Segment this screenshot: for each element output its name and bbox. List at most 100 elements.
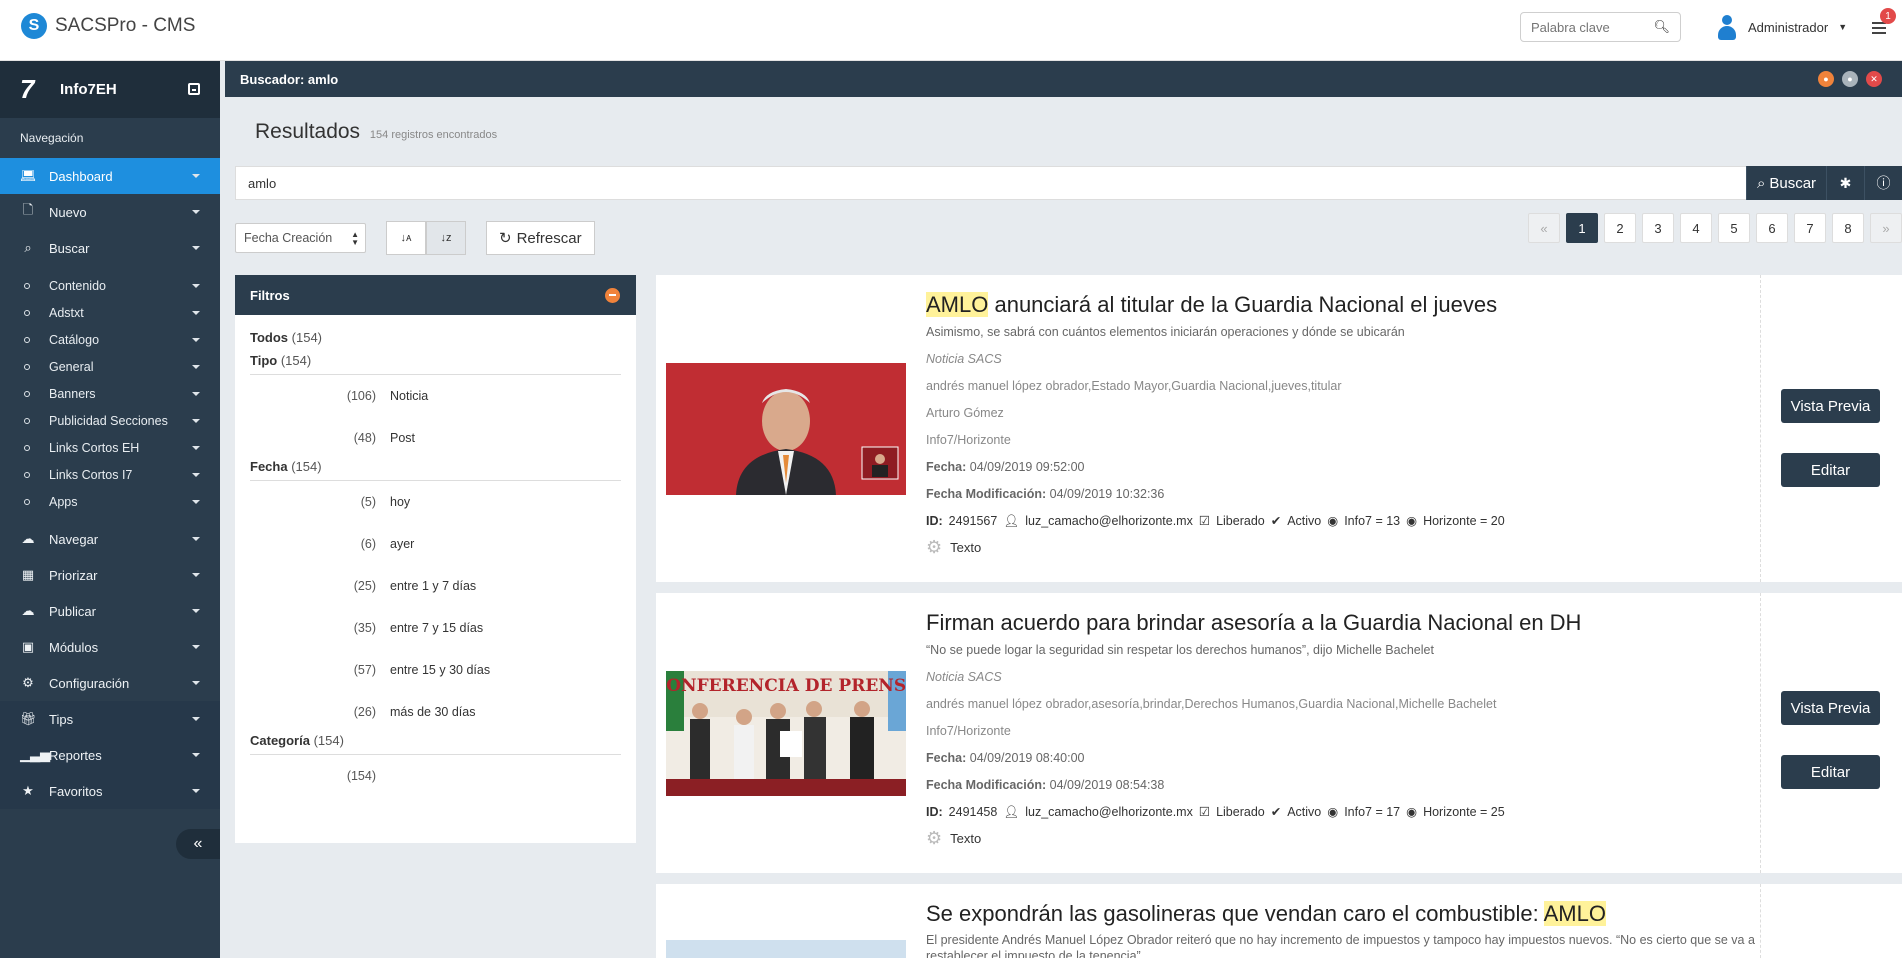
submenu-item-links-cortos-eh[interactable]: Links Cortos EH (0, 434, 220, 461)
notifications-button[interactable]: 1 (1870, 8, 1896, 38)
sidebar-item-dashboard[interactable]: 💻︎ Dashboard (0, 158, 220, 194)
filter-count: (48) (353, 431, 376, 445)
filter-todos[interactable]: Todos (154) (235, 315, 636, 353)
preview-button[interactable]: Vista Previa (1781, 389, 1880, 423)
page-3[interactable]: 3 (1642, 213, 1674, 243)
sidebar-item-tips[interactable]: 🎁︎ Tips (0, 701, 220, 737)
sidebar-item-publicar[interactable]: ☁︎ Publicar (0, 593, 220, 629)
keyword-search-input[interactable] (1531, 19, 1654, 35)
info-icon: ⓘ (1876, 175, 1891, 191)
filter-option-hoy[interactable]: (5) hoy (250, 481, 621, 523)
search-highlight: AMLO (1543, 901, 1606, 926)
search-icon[interactable]: 🔍︎ (1653, 19, 1670, 35)
link-window-icon[interactable]: ● (1842, 71, 1858, 87)
filter-option-categoria[interactable]: (154) (250, 755, 621, 797)
filter-option-post[interactable]: (48) Post (250, 417, 621, 459)
star-window-icon[interactable]: ● (1818, 71, 1834, 87)
submenu-item-publicidad-secciones[interactable]: Publicidad Secciones (0, 407, 220, 434)
info-button[interactable]: ⓘ (1864, 166, 1902, 200)
sort-descending-button[interactable]: ↓ᴢ (426, 221, 466, 255)
sidebar-item-priorizar[interactable]: ▦ Priorizar (0, 557, 220, 593)
refresh-button[interactable]: ↻ Refrescar (486, 221, 595, 255)
submenu-item-contenido[interactable]: Contenido (0, 272, 220, 299)
caret-down-icon (192, 392, 200, 396)
search-button[interactable]: ⌕ Buscar (1746, 166, 1826, 200)
minimize-icon[interactable] (188, 83, 200, 95)
filter-option-noticia[interactable]: (106) Noticia (250, 375, 621, 417)
panel-title-bar: Buscador: amlo ● ● ✕ (225, 61, 1902, 97)
submenu-item-apps[interactable]: Apps (0, 488, 220, 515)
sidebar: 7 Info7EH Navegación 💻︎ Dashboard 🗋 Nuev… (0, 61, 220, 958)
result-thumbnail[interactable] (666, 363, 906, 495)
edit-button[interactable]: Editar (1781, 755, 1880, 789)
filter-label: Fecha (250, 459, 288, 474)
sort-alpha-asc-icon: ↓ᴀ (400, 232, 412, 244)
submenu-item-catalogo[interactable]: Catálogo (0, 326, 220, 353)
close-icon[interactable]: ✕ (1866, 71, 1882, 87)
sidebar-item-label: Publicar (49, 603, 96, 619)
caret-down-icon (192, 473, 200, 477)
sidebar-item-nuevo[interactable]: 🗋 Nuevo (0, 194, 220, 230)
sidebar-item-label: Configuración (49, 675, 130, 691)
sidebar-item-favoritos[interactable]: ★ Favoritos (0, 773, 220, 809)
page-next[interactable]: » (1870, 213, 1902, 243)
search-input[interactable] (235, 166, 1746, 200)
sidebar-item-modulos[interactable]: ▣ Módulos (0, 629, 220, 665)
filter-count: (154) (291, 330, 323, 345)
thumbnail-image (666, 363, 906, 495)
buscar-submenu: Contenido Adstxt Catálogo General Banner… (0, 266, 220, 521)
sort-direction-group: ↓ᴀ ↓ᴢ (386, 221, 466, 255)
sort-ascending-button[interactable]: ↓ᴀ (386, 221, 426, 255)
result-thumbnail[interactable] (666, 940, 906, 958)
sidebar-item-configuracion[interactable]: ⚙︎ Configuración (0, 665, 220, 701)
status-liberado: Liberado (1216, 514, 1265, 528)
sidebar-item-label: Nuevo (49, 204, 87, 220)
result-thumbnail[interactable]: CONFERENCIA DE PRENSA (666, 671, 906, 796)
result-title[interactable]: Firman acuerdo para brindar asesoría a l… (926, 609, 1806, 637)
submenu-item-banners[interactable]: Banners (0, 380, 220, 407)
page-5[interactable]: 5 (1718, 213, 1750, 243)
submenu-item-adstxt[interactable]: Adstxt (0, 299, 220, 326)
minimize-icon[interactable] (605, 288, 620, 303)
sidebar-item-navegar[interactable]: ☁︎ Navegar (0, 521, 220, 557)
list-controls: Fecha Creación ▲ ▼ ↓ᴀ ↓ᴢ ↻ Refrescar (235, 221, 595, 255)
filter-option-15-30-days[interactable]: (57) entre 15 y 30 días (250, 649, 621, 691)
filter-group-fecha: Fecha (154) (5) hoy (6) ayer (25) entre 1 y… (235, 459, 636, 733)
caret-down-icon (192, 681, 200, 685)
sidebar-item-reportes[interactable]: ▁▃▅ Reportes (0, 737, 220, 773)
keyword-search[interactable]: 🔍︎ (1520, 12, 1681, 42)
result-source: Noticia SACS (926, 352, 1002, 366)
preview-button[interactable]: Vista Previa (1781, 691, 1880, 725)
result-card: AMLO anunciará al titular de la Guardia … (656, 275, 1902, 582)
submenu-item-links-cortos-i7[interactable]: Links Cortos I7 (0, 461, 220, 488)
page-2[interactable]: 2 (1604, 213, 1636, 243)
views-horizonte: Horizonte = 20 (1423, 514, 1505, 528)
submenu-item-general[interactable]: General (0, 353, 220, 380)
page-8[interactable]: 8 (1832, 213, 1864, 243)
filter-label: Categoría (250, 733, 310, 748)
gear-icon: ⚙︎ (926, 537, 943, 557)
page-7[interactable]: 7 (1794, 213, 1826, 243)
filter-option-1-7-days[interactable]: (25) entre 1 y 7 días (250, 565, 621, 607)
date-label: Fecha: (926, 460, 967, 474)
brand[interactable]: S SACSPro - CMS (21, 13, 195, 39)
collapse-sidebar-button[interactable]: « (176, 829, 220, 859)
filter-option-30-plus-days[interactable]: (26) más de 30 días (250, 691, 621, 733)
result-title[interactable]: AMLO anunciará al titular de la Guardia … (926, 291, 1806, 319)
asterisk-button[interactable]: ✱ (1826, 166, 1864, 200)
caret-down-icon (192, 789, 200, 793)
page-4[interactable]: 4 (1680, 213, 1712, 243)
user-menu[interactable]: Administrador ▼ (1716, 14, 1847, 40)
filter-option-7-15-days[interactable]: (35) entre 7 y 15 días (250, 607, 621, 649)
circle-icon (24, 498, 30, 505)
result-modified-date: Fecha Modificación: 04/09/2019 08:54:38 (926, 772, 1806, 799)
sort-field-select[interactable]: Fecha Creación ▲ ▼ (235, 223, 366, 253)
page-1[interactable]: 1 (1566, 213, 1598, 243)
caret-down-icon (192, 174, 200, 178)
page-6[interactable]: 6 (1756, 213, 1788, 243)
sidebar-item-buscar[interactable]: ⌕ Buscar (0, 230, 220, 266)
result-title[interactable]: Se expondrán las gasolineras que vendan … (926, 900, 1806, 928)
filter-option-ayer[interactable]: (6) ayer (250, 523, 621, 565)
edit-button[interactable]: Editar (1781, 453, 1880, 487)
page-prev[interactable]: « (1528, 213, 1560, 243)
